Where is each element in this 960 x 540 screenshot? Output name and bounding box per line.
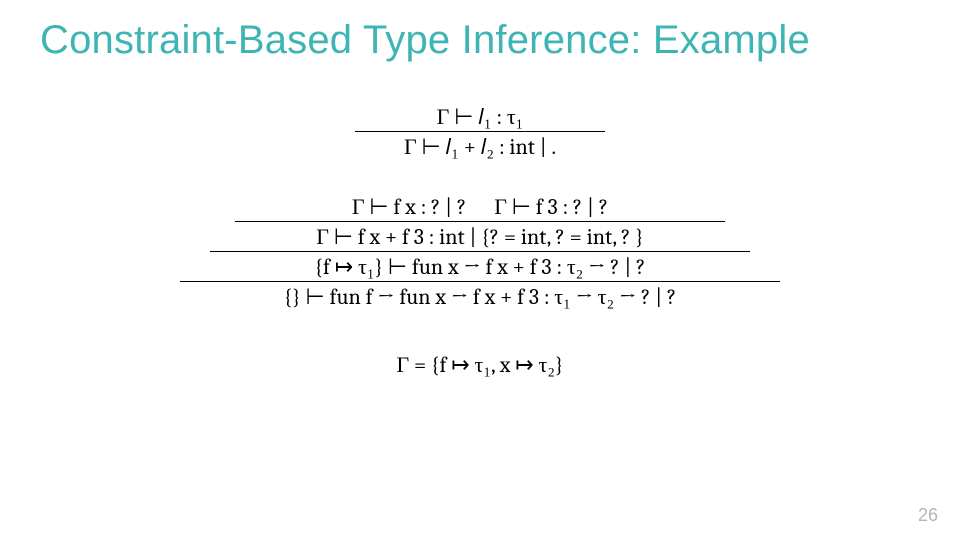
rule-line <box>235 221 725 222</box>
slide-body: Γ ⊢ 𝑙₁ : τ₁ Γ ⊢ 𝑙₁ + 𝑙₂ : int | . Γ ⊢ f … <box>0 100 960 500</box>
rule-premise: Γ ⊢ 𝑙₁ : τ₁ <box>355 104 605 130</box>
derivation-literal-rule: Γ ⊢ 𝑙₁ : τ₁ Γ ⊢ 𝑙₁ + 𝑙₂ : int | . <box>355 104 605 160</box>
gamma-definition: Γ = {f ↦ τ₁, x ↦ τ₂} <box>396 352 563 378</box>
rule-line <box>355 131 605 132</box>
rule-conclusion: Γ ⊢ 𝑙₁ + 𝑙₂ : int | . <box>355 134 605 160</box>
rule-line <box>210 251 750 252</box>
premise-fx: Γ ⊢ f x : ? | ? <box>352 194 466 220</box>
derivation-main: Γ ⊢ f x : ? | ? Γ ⊢ f 3 : ? | ? Γ ⊢ f x … <box>180 194 780 310</box>
rule-sum: Γ ⊢ f x + f 3 : int | {? = int, ? = int,… <box>180 224 780 250</box>
rule-top-premises: Γ ⊢ f x : ? | ? Γ ⊢ f 3 : ? | ? <box>180 194 780 220</box>
rule-fun-f: {} ⊢ fun f → fun x → f x + f 3 : τ₁ → τ₂… <box>180 284 780 310</box>
rule-fun-x: {f ↦ τ₁} ⊢ fun x → f x + f 3 : τ₂ → ? | … <box>180 254 780 280</box>
page-number: 26 <box>918 505 938 526</box>
premise-f3: Γ ⊢ f 3 : ? | ? <box>494 194 608 220</box>
slide-title: Constraint-Based Type Inference: Example <box>40 18 920 63</box>
rule-line <box>180 281 780 282</box>
